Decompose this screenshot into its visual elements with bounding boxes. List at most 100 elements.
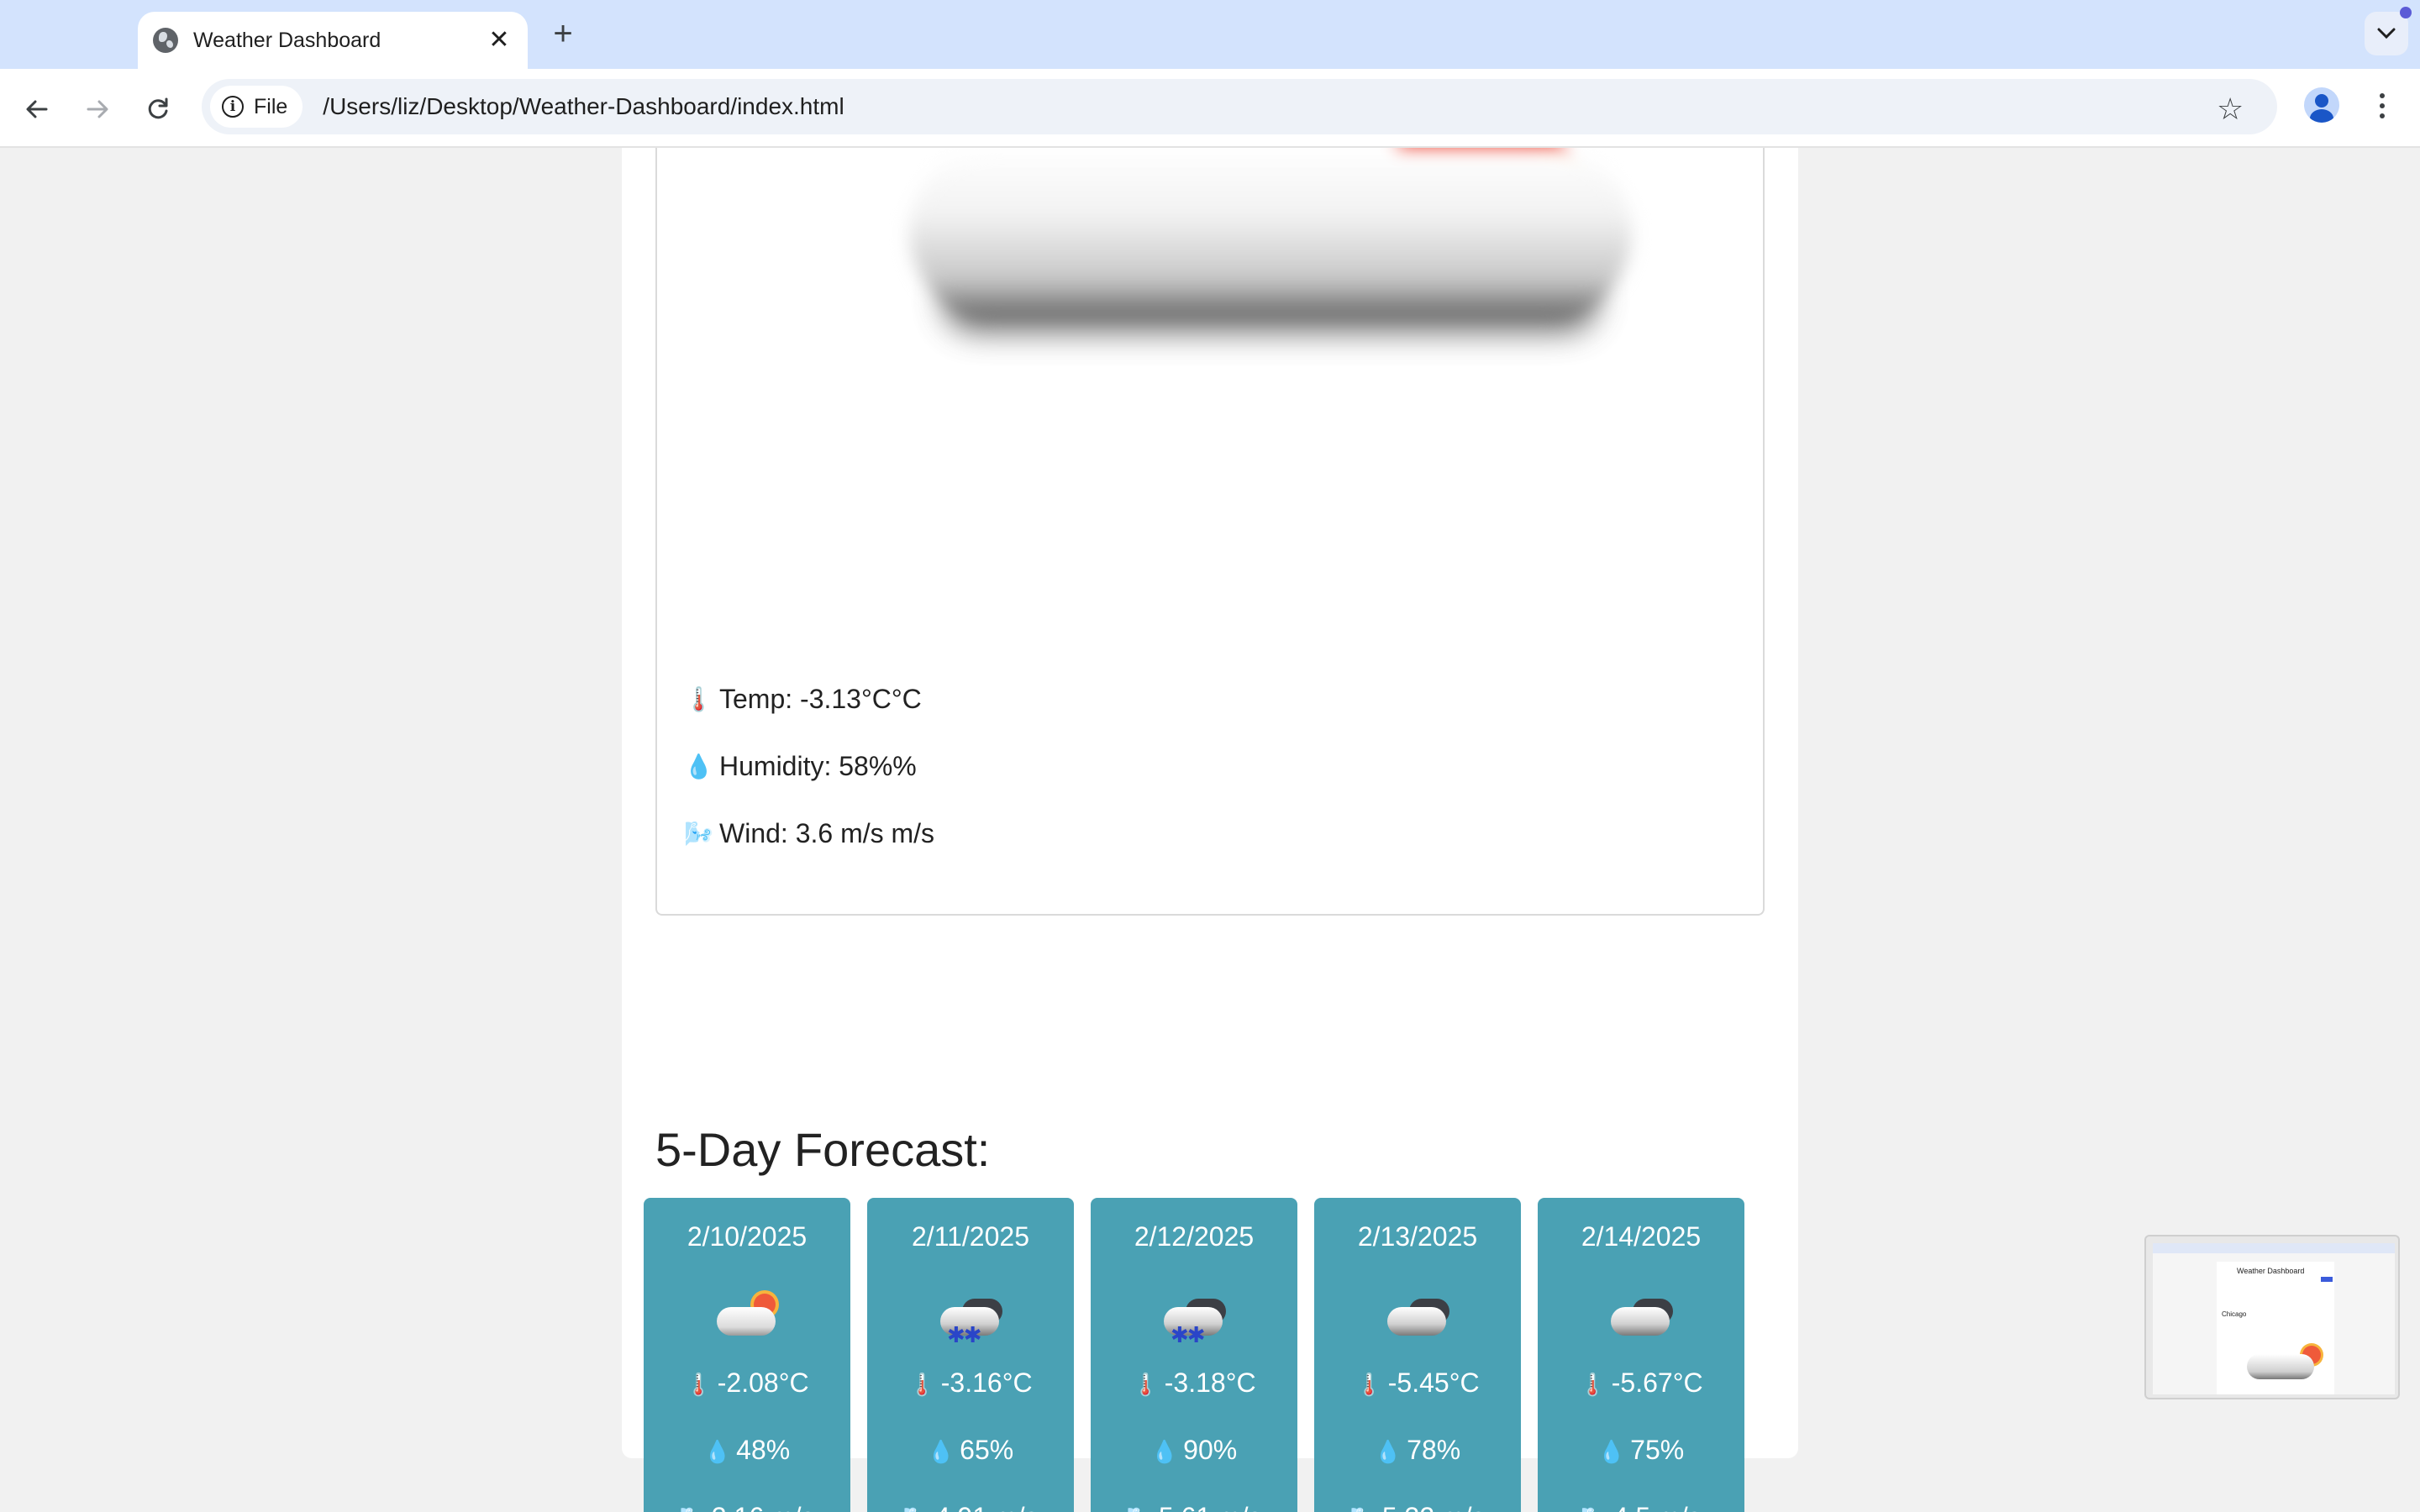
overcast-cloud-icon <box>1384 1289 1451 1342</box>
forecast-humidity: 💧 78% <box>1314 1435 1521 1466</box>
forecast-wind-text: 3.16 m/s <box>712 1502 815 1512</box>
forecast-date: 2/12/2025 <box>1134 1221 1255 1252</box>
forecast-wind: 🌬️ 5.32 m/s <box>1314 1502 1521 1512</box>
droplet-icon: 💧 <box>927 1439 955 1464</box>
tab-strip: Weather Dashboard ✕ + <box>0 0 2420 69</box>
profile-icon[interactable] <box>2304 87 2339 123</box>
bookmark-star-icon[interactable]: ☆ <box>2217 89 2244 129</box>
wind-icon: 🌬️ <box>902 1506 929 1512</box>
current-humidity-text: Humidity: 58%% <box>719 751 917 781</box>
forecast-temp: 🌡️ -5.67°C <box>1538 1368 1744 1399</box>
thumbnail-title: Weather Dashboard <box>2237 1267 2305 1275</box>
forecast-temp: 🌡️ -3.18°C <box>1091 1368 1297 1399</box>
reload-button[interactable] <box>138 89 178 129</box>
forecast-date: 2/11/2025 <box>912 1221 1029 1252</box>
forecast-wind-text: 4.91 m/s <box>935 1502 1039 1512</box>
forecast-temp: 🌡️ -2.08°C <box>644 1368 850 1399</box>
forecast-humidity: 💧 48% <box>644 1435 850 1466</box>
forecast-list: 2/10/2025 🌡️-2.08°C 💧48% 🌬️3.16 m/s 2/11… <box>644 1198 1765 1512</box>
wind-icon: 🌬️ <box>684 821 713 847</box>
cloud-sun-icon <box>859 148 1632 417</box>
forecast-card: 2/11/2025 ✱✱ 🌡️-3.16°C 💧65% 🌬️ 4.91 m/s <box>867 1198 1074 1512</box>
forecast-wind: 🌬️ 3.16 m/s <box>644 1502 850 1512</box>
forecast-wind-text: 5.32 m/s <box>1382 1502 1486 1512</box>
forecast-heading: 5-Day Forecast: <box>655 1123 991 1176</box>
droplet-icon: 💧 <box>1374 1439 1402 1464</box>
wind-icon: 🌬️ <box>679 1506 706 1512</box>
url-text[interactable]: /Users/liz/Desktop/Weather-Dashboard/ind… <box>323 93 844 120</box>
current-temp-text: Temp: -3.13°C°C <box>719 684 922 714</box>
forecast-temp-text: -5.45°C <box>1387 1368 1480 1398</box>
forecast-wind-text: 5.61 m/s <box>1159 1502 1262 1512</box>
thermometer-icon: 🌡️ <box>684 686 713 712</box>
thermometer-icon: 🌡️ <box>685 1372 713 1397</box>
forecast-temp-text: -2.08°C <box>717 1368 809 1398</box>
current-humidity: 💧 Humidity: 58%% <box>684 751 917 782</box>
forecast-date: 2/13/2025 <box>1357 1221 1478 1252</box>
forecast-humidity-text: 48% <box>736 1435 791 1465</box>
new-tab-button[interactable]: + <box>544 15 581 52</box>
forecast-temp: 🌡️ -5.45°C <box>1314 1368 1521 1399</box>
droplet-icon: 💧 <box>684 753 713 780</box>
forecast-card: 2/13/2025 🌡️-5.45°C 💧78% 🌬️ 5.32 m/s <box>1314 1198 1521 1512</box>
overcast-cloud-icon <box>1607 1289 1675 1342</box>
forecast-temp-text: -3.16°C <box>940 1368 1033 1398</box>
forecast-wind: 🌬️ 5.61 m/s <box>1091 1502 1297 1512</box>
droplet-icon: 💧 <box>703 1439 732 1464</box>
browser-tab[interactable]: Weather Dashboard ✕ <box>138 12 528 69</box>
thermometer-icon: 🌡️ <box>1132 1372 1160 1397</box>
browser-toolbar: i File /Users/liz/Desktop/Weather-Dashbo… <box>0 69 2420 148</box>
close-tab-icon[interactable]: ✕ <box>486 27 513 54</box>
back-arrow-icon <box>26 100 48 118</box>
current-wind-text: Wind: 3.6 m/s m/s <box>719 818 935 848</box>
globe-icon <box>153 28 178 53</box>
forecast-date: 2/14/2025 <box>1581 1221 1702 1252</box>
thumbnail-city: Chicago <box>2222 1310 2247 1318</box>
forecast-wind: 🌬️ 4.91 m/s <box>867 1502 1074 1512</box>
page-viewport[interactable]: 🌡️ Temp: -3.13°C°C 💧 Humidity: 58%% 🌬️ W… <box>0 148 2420 1512</box>
thermometer-icon: 🌡️ <box>908 1372 936 1397</box>
snow-cloud-icon: ✱✱ <box>937 1289 1004 1347</box>
droplet-icon: 💧 <box>1150 1439 1179 1464</box>
forecast-humidity-text: 75% <box>1630 1435 1685 1465</box>
forecast-card: 2/14/2025 🌡️-5.67°C 💧75% 🌬️ 4.5 m/s <box>1538 1198 1744 1512</box>
cloud-sun-icon <box>713 1289 781 1342</box>
tab-title: Weather Dashboard <box>193 28 381 52</box>
thumbnail-preview: Weather Dashboard Chicago <box>2153 1243 2395 1394</box>
forecast-humidity-text: 78% <box>1407 1435 1461 1465</box>
thermometer-icon: 🌡️ <box>1579 1372 1607 1397</box>
current-weather-card: 🌡️ Temp: -3.13°C°C 💧 Humidity: 58%% 🌬️ W… <box>655 148 1765 916</box>
thermometer-icon: 🌡️ <box>1355 1372 1383 1397</box>
forecast-humidity-text: 90% <box>1183 1435 1238 1465</box>
forecast-wind: 🌬️ 4.5 m/s <box>1538 1502 1744 1512</box>
forecast-temp-text: -3.18°C <box>1164 1368 1256 1398</box>
forecast-humidity-text: 65% <box>960 1435 1014 1465</box>
site-label: File <box>254 94 288 118</box>
wind-icon: 🌬️ <box>1349 1506 1376 1512</box>
forecast-card: 2/12/2025 ✱✱ 🌡️-3.18°C 💧90% 🌬️ 5.61 m/s <box>1091 1198 1297 1512</box>
current-temp: 🌡️ Temp: -3.13°C°C <box>684 684 922 715</box>
snow-cloud-icon: ✱✱ <box>1160 1289 1228 1347</box>
notification-dot <box>2400 7 2412 18</box>
screenshot-thumbnail[interactable]: Weather Dashboard Chicago <box>2144 1235 2400 1399</box>
site-info-chip[interactable]: i File <box>210 86 303 128</box>
back-button[interactable] <box>17 89 57 129</box>
forecast-temp: 🌡️ -3.16°C <box>867 1368 1074 1399</box>
kebab-menu-icon[interactable] <box>2368 87 2396 124</box>
tab-search-button[interactable] <box>2365 12 2408 55</box>
forecast-humidity: 💧 90% <box>1091 1435 1297 1466</box>
forecast-date: 2/10/2025 <box>687 1221 808 1252</box>
chevron-down-icon <box>2377 28 2396 39</box>
wind-icon: 🌬️ <box>1581 1506 1607 1512</box>
forecast-wind-text: 4.5 m/s <box>1613 1502 1702 1512</box>
forecast-card: 2/10/2025 🌡️-2.08°C 💧48% 🌬️ 3.16 m/s <box>644 1198 850 1512</box>
forward-button[interactable] <box>77 89 118 129</box>
wind-icon: 🌬️ <box>1126 1506 1153 1512</box>
forward-arrow-icon <box>87 100 108 118</box>
info-icon: i <box>222 96 244 118</box>
forecast-humidity: 💧 65% <box>867 1435 1074 1466</box>
forecast-humidity: 💧 75% <box>1538 1435 1744 1466</box>
reload-icon <box>148 97 168 119</box>
address-bar[interactable]: i File /Users/liz/Desktop/Weather-Dashbo… <box>202 79 2277 134</box>
forecast-temp-text: -5.67°C <box>1611 1368 1703 1398</box>
